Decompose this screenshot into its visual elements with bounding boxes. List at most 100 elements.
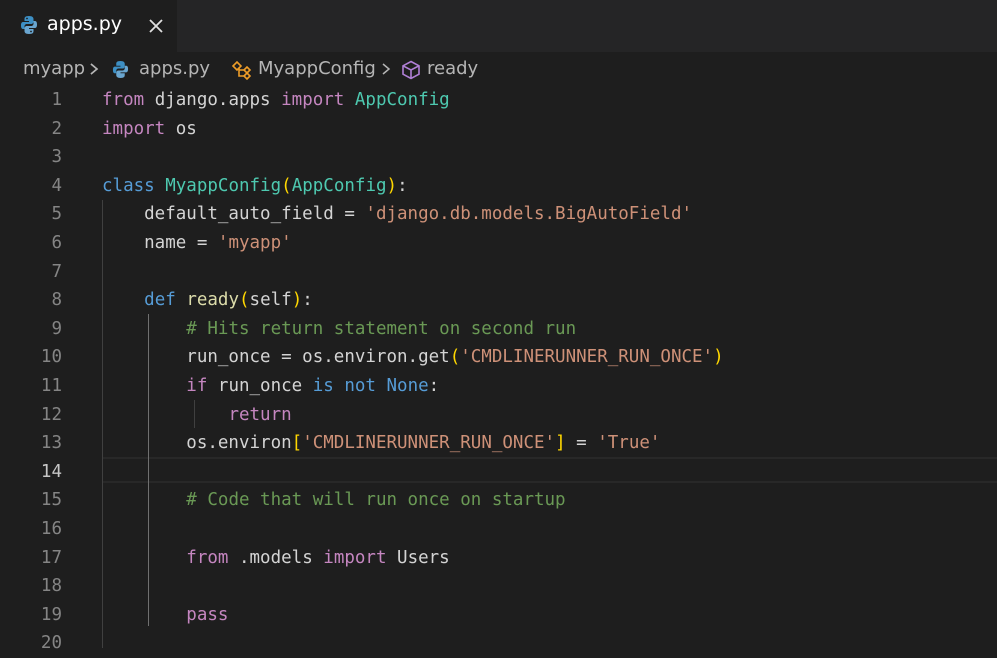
line-number: 3: [51, 147, 62, 168]
line-number: 19: [40, 604, 62, 625]
python-icon: [112, 61, 129, 78]
line-number: 15: [40, 490, 62, 511]
code-text: # Code that will run once on startup: [102, 486, 566, 515]
code-token: AppConfig: [291, 175, 387, 196]
line-number: 10: [40, 347, 62, 368]
code-text: run_once = os.environ.get('CMDLINERUNNER…: [102, 343, 724, 372]
code-token: class: [102, 175, 155, 196]
code-line[interactable]: 6 name = 'myapp': [0, 229, 997, 258]
code-token: pass: [186, 604, 229, 625]
symbol-method-icon: [402, 60, 420, 80]
line-number: 16: [40, 519, 62, 539]
code-token: ): [291, 290, 303, 311]
code-token: os: [165, 118, 197, 139]
code-text: def ready(self):: [102, 286, 313, 315]
code-token: ready: [186, 290, 239, 311]
code-token: ): [713, 347, 724, 368]
code-line[interactable]: 8 def ready(self):: [0, 286, 997, 315]
breadcrumb: myapp apps.py MyappConfig ready: [0, 52, 997, 86]
code-line[interactable]: 10 run_once = os.environ.get('CMDLINERUN…: [0, 343, 997, 372]
code-token: 'CMDLINERUNNER_RUN_ONCE': [460, 347, 714, 368]
code-line[interactable]: 4 class MyappConfig(AppConfig):: [0, 172, 997, 201]
code-token: :: [302, 290, 313, 311]
code-token: not: [344, 376, 376, 396]
code-line[interactable]: 20: [0, 629, 997, 658]
code-token: 'True': [597, 433, 661, 454]
code-token: if: [186, 376, 208, 396]
code-text: name = 'myapp': [102, 229, 292, 258]
code-token: def: [144, 290, 176, 311]
code-line[interactable]: 15 # Code that will run once on startup: [0, 486, 997, 515]
code-text: return: [102, 401, 292, 430]
code-text: class MyappConfig(AppConfig):: [102, 172, 408, 201]
code-text: from django.apps import AppConfig: [102, 86, 450, 115]
code-editor[interactable]: 1 from django.apps import AppConfig 2 impor…: [0, 86, 997, 653]
code-token: None: [386, 376, 429, 396]
code-line[interactable]: 19 pass: [0, 601, 997, 630]
breadcrumb-folder[interactable]: myapp: [23, 58, 85, 79]
code-line[interactable]: 2 import os: [0, 115, 997, 144]
line-number: 18: [40, 576, 62, 597]
code-text: if run_once is not None:: [102, 372, 439, 401]
code-line[interactable]: 11 if run_once is not None:: [0, 372, 997, 401]
chevron-right-icon: [382, 63, 391, 75]
code-token: is: [312, 376, 334, 396]
code-token: ]: [555, 433, 566, 454]
code-token: import: [323, 547, 387, 568]
line-number: 9: [51, 318, 62, 339]
breadcrumb-file[interactable]: apps.py: [139, 58, 210, 79]
code-text: from .models import Users: [102, 544, 449, 573]
line-number: 17: [40, 547, 62, 568]
code-token: default_auto_field =: [102, 204, 366, 225]
line-number: 4: [51, 175, 62, 196]
code-line[interactable]: 14: [0, 458, 997, 487]
tab-label: apps.py: [47, 13, 123, 35]
code-line[interactable]: 16: [0, 515, 997, 544]
tab-apps-py[interactable]: apps.py: [0, 0, 177, 52]
line-number: 13: [40, 433, 62, 454]
code-token: .models: [228, 547, 324, 568]
code-token: run_once: [207, 376, 313, 396]
breadcrumb-method[interactable]: ready: [427, 58, 478, 79]
code-line[interactable]: 12 return: [0, 401, 997, 430]
code-token: import: [102, 118, 166, 139]
code-token: return: [228, 404, 292, 425]
code-token: # Code that will run once on startup: [186, 490, 566, 511]
code-token: run_once = os.environ.get: [102, 347, 450, 368]
code-token: [: [291, 433, 303, 454]
line-number: 14: [40, 461, 62, 482]
code-text: os.environ['CMDLINERUNNER_RUN_ONCE'] = '…: [102, 429, 660, 458]
code-line[interactable]: 9 # Hits return statement on second run: [0, 315, 997, 344]
code-token: self: [249, 290, 292, 311]
code-line[interactable]: 13 os.environ['CMDLINERUNNER_RUN_ONCE'] …: [0, 429, 997, 458]
code-line[interactable]: 5 default_auto_field = 'django.db.models…: [0, 200, 997, 229]
tab-bar: apps.py: [0, 0, 997, 52]
code-line[interactable]: 18: [0, 572, 997, 601]
breadcrumb-class[interactable]: MyappConfig: [258, 58, 376, 79]
chevron-right-icon: [90, 63, 99, 75]
close-icon[interactable]: [146, 16, 166, 36]
code-text: pass: [102, 601, 228, 630]
code-token: from: [102, 90, 145, 110]
code-token: :: [428, 376, 440, 396]
code-token: # Hits return statement on second run: [186, 318, 577, 339]
code-line[interactable]: 7: [0, 258, 997, 287]
code-token: ): [386, 175, 398, 196]
code-line[interactable]: 3: [0, 143, 997, 172]
code-token: (: [281, 175, 292, 196]
code-token: 'CMDLINERUNNER_RUN_ONCE': [302, 433, 556, 454]
line-number: 5: [51, 204, 62, 225]
line-number: 6: [51, 233, 62, 253]
line-number: 1: [51, 90, 62, 110]
line-number: 12: [40, 404, 62, 425]
code-token: :: [397, 175, 408, 196]
code-line[interactable]: 1 from django.apps import AppConfig: [0, 86, 997, 115]
code-line[interactable]: 17 from .models import Users: [0, 544, 997, 573]
